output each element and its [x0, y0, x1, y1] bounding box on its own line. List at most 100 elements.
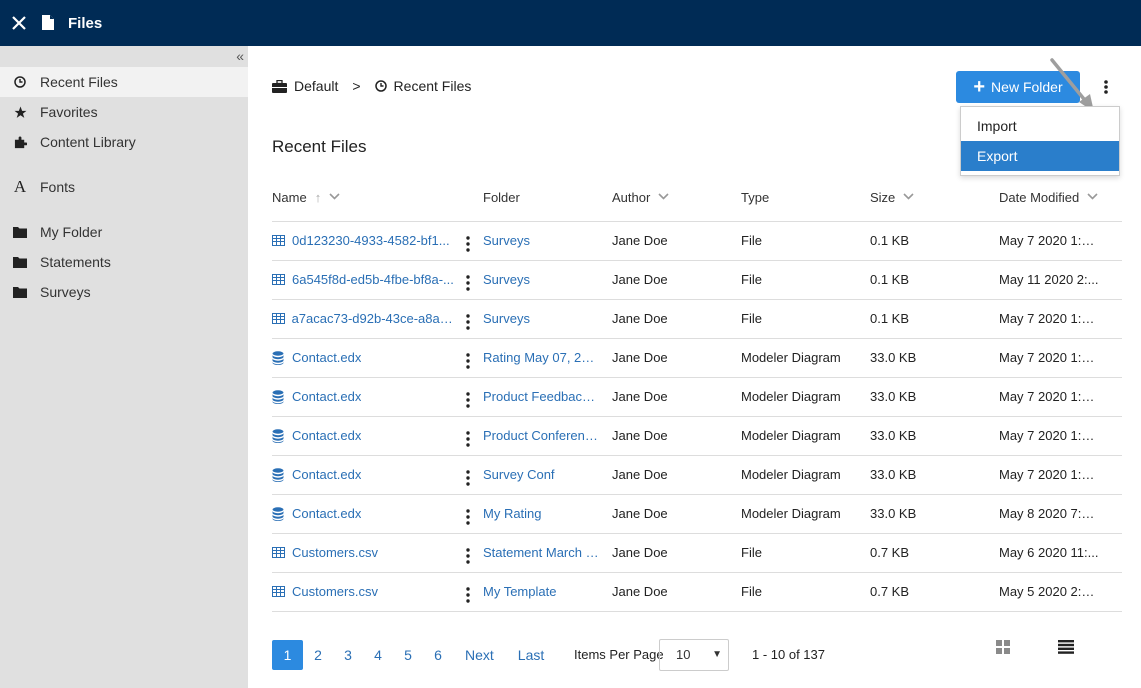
more-options-icon[interactable] — [1100, 77, 1112, 97]
file-name-cell[interactable]: a7acac73-d92b-43ce-a8a5-... — [272, 311, 457, 326]
column-header-folder[interactable]: Folder — [483, 190, 520, 205]
row-options-icon[interactable] — [464, 508, 472, 526]
table-row[interactable]: Contact.edx Product Feedback ... Jane Doe M… — [272, 378, 1122, 417]
folder-link[interactable]: Survey Conf — [483, 467, 601, 482]
file-name-cell[interactable]: Customers.csv — [272, 545, 457, 560]
table-row[interactable]: 0d123230-4933-4582-bf1... Surveys Jane Doe… — [272, 222, 1122, 261]
column-header-label: Type — [741, 190, 770, 205]
date-modified-cell: May 7 2020 1:1... — [999, 389, 1099, 404]
file-name-link[interactable]: Customers.csv — [292, 545, 378, 560]
sidebar-item-favorites[interactable]: Favorites — [0, 97, 248, 127]
date-modified-cell: May 6 2020 11:... — [999, 545, 1099, 560]
table-row[interactable]: Customers.csv My Template Jane Doe File 0.7 … — [272, 573, 1122, 612]
file-name-cell[interactable]: Contact.edx — [272, 389, 457, 404]
row-options-icon[interactable] — [464, 469, 472, 487]
list-view-icon[interactable] — [1058, 640, 1074, 657]
folder-link[interactable]: Rating May 07, 2020 — [483, 350, 601, 365]
size-cell: 33.0 KB — [870, 467, 917, 482]
file-name-cell[interactable]: Contact.edx — [272, 350, 457, 365]
row-options-icon[interactable] — [464, 430, 472, 448]
size-cell: 33.0 KB — [870, 428, 917, 443]
plus-icon: + — [973, 76, 986, 98]
column-header-size[interactable]: Size — [870, 190, 914, 205]
column-header-author[interactable]: Author — [612, 190, 669, 205]
collapse-sidebar-button[interactable]: « — [236, 48, 244, 64]
table-row[interactable]: 6a545f8d-ed5b-4fbe-bf8a-... Surveys Jane D… — [272, 261, 1122, 300]
table-row[interactable]: Contact.edx Product Conferenc... Jane Doe M… — [272, 417, 1122, 456]
close-icon[interactable] — [0, 0, 38, 46]
breadcrumb-root-label: Default — [294, 78, 339, 94]
page-button[interactable]: 5 — [393, 640, 423, 670]
database-icon — [272, 506, 286, 521]
database-icon — [272, 428, 286, 443]
next-page-link[interactable]: Next — [465, 647, 494, 663]
sidebar-item-my-folder[interactable]: My Folder — [0, 217, 248, 247]
row-options-icon[interactable] — [464, 391, 472, 409]
file-name-link[interactable]: Contact.edx — [292, 350, 361, 365]
table-icon — [272, 274, 286, 285]
file-name-cell[interactable]: Contact.edx — [272, 467, 457, 482]
page-button[interactable]: 3 — [333, 640, 363, 670]
file-name-link[interactable]: Customers.csv — [292, 584, 378, 599]
folder-link[interactable]: Surveys — [483, 311, 601, 326]
sidebar-item-recent-files[interactable]: Recent Files — [0, 67, 248, 97]
page-button[interactable]: 1 — [272, 640, 303, 670]
column-header-type[interactable]: Type — [741, 190, 769, 205]
sidebar-item-surveys[interactable]: Surveys — [0, 277, 248, 307]
database-icon — [272, 389, 286, 404]
folder-link[interactable]: Surveys — [483, 272, 601, 287]
breadcrumb-root[interactable]: Default — [272, 78, 338, 94]
column-header-name[interactable]: Name ↑ — [272, 190, 340, 205]
file-name-cell[interactable]: Contact.edx — [272, 428, 457, 443]
page-button[interactable]: 4 — [363, 640, 393, 670]
items-per-page-select[interactable]: 10 ▼ — [659, 639, 729, 671]
file-name-link[interactable]: Contact.edx — [292, 506, 361, 521]
sidebar-item-fonts[interactable]: A Fonts — [0, 172, 248, 202]
table-row[interactable]: a7acac73-d92b-43ce-a8a5-... Surveys Jane D… — [272, 300, 1122, 339]
type-cell: File — [741, 584, 762, 599]
sidebar-item-content-library[interactable]: Content Library — [0, 127, 248, 157]
file-name-cell[interactable]: Customers.csv — [272, 584, 457, 599]
file-name-link[interactable]: Contact.edx — [292, 389, 361, 404]
column-header-label: Folder — [483, 190, 520, 205]
table-row[interactable]: Customers.csv Statement March 2... Jane Do… — [272, 534, 1122, 573]
sidebar-item-statements[interactable]: Statements — [0, 247, 248, 277]
clock-icon — [374, 80, 387, 92]
grid-view-icon[interactable] — [996, 640, 1010, 657]
row-options-icon[interactable] — [464, 274, 472, 292]
file-name-cell[interactable]: 6a545f8d-ed5b-4fbe-bf8a-... — [272, 272, 457, 287]
menu-item-import[interactable]: Import — [961, 111, 1119, 141]
file-name-cell[interactable]: Contact.edx — [272, 506, 457, 521]
type-cell: Modeler Diagram — [741, 350, 841, 365]
file-name-link[interactable]: a7acac73-d92b-43ce-a8a5-... — [292, 311, 457, 326]
row-options-icon[interactable] — [464, 586, 472, 604]
column-header-date-modified[interactable]: Date Modified — [999, 190, 1098, 205]
table-row[interactable]: Contact.edx Rating May 07, 2020 Jane Doe Mo… — [272, 339, 1122, 378]
file-name-link[interactable]: 0d123230-4933-4582-bf1... — [292, 233, 450, 248]
puzzle-icon — [12, 134, 28, 150]
page-button[interactable]: 2 — [303, 640, 333, 670]
menu-item-export[interactable]: Export — [961, 141, 1119, 171]
column-header-label: Author — [612, 190, 651, 205]
chevron-down-icon — [1087, 192, 1098, 203]
row-options-icon[interactable] — [464, 313, 472, 331]
row-options-icon[interactable] — [464, 547, 472, 565]
row-options-icon[interactable] — [464, 352, 472, 370]
table-row[interactable]: Contact.edx My Rating Jane Doe Modeler Diag… — [272, 495, 1122, 534]
folder-link[interactable]: My Template — [483, 584, 601, 599]
table-row[interactable]: Contact.edx Survey Conf Jane Doe Modeler Di… — [272, 456, 1122, 495]
font-icon: A — [13, 177, 27, 196]
file-name-link[interactable]: Contact.edx — [292, 467, 361, 482]
files-table: Name ↑ Folder Author Type Size Date Modi… — [272, 176, 1122, 612]
last-page-link[interactable]: Last — [518, 647, 544, 663]
folder-link[interactable]: Surveys — [483, 233, 601, 248]
file-name-cell[interactable]: 0d123230-4933-4582-bf1... — [272, 233, 457, 248]
folder-link[interactable]: Product Feedback ... — [483, 389, 601, 404]
folder-link[interactable]: My Rating — [483, 506, 601, 521]
folder-link[interactable]: Product Conferenc... — [483, 428, 601, 443]
row-options-icon[interactable] — [464, 235, 472, 253]
page-button[interactable]: 6 — [423, 640, 453, 670]
folder-link[interactable]: Statement March 2... — [483, 545, 601, 560]
file-name-link[interactable]: Contact.edx — [292, 428, 361, 443]
file-name-link[interactable]: 6a545f8d-ed5b-4fbe-bf8a-... — [292, 272, 454, 287]
